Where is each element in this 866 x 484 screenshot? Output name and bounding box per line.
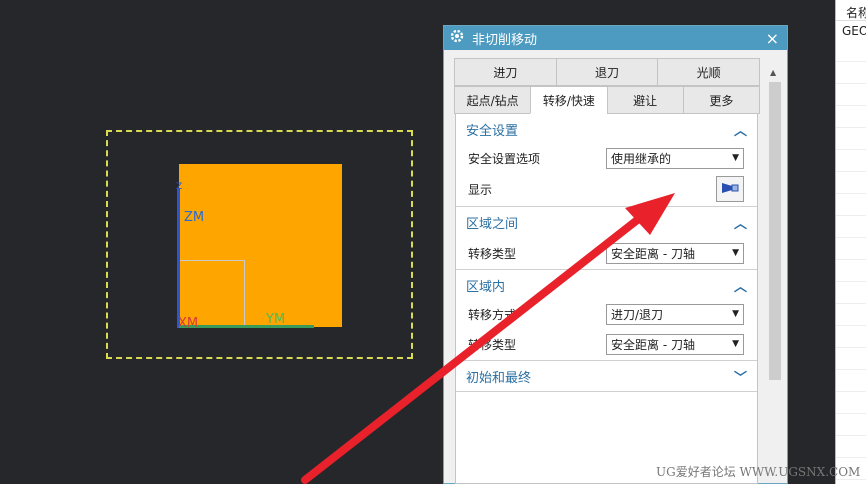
watermark-text: UG爱好者论坛 WWW.UGSNX.COM bbox=[656, 465, 861, 479]
annotation-arrow bbox=[301, 193, 675, 484]
